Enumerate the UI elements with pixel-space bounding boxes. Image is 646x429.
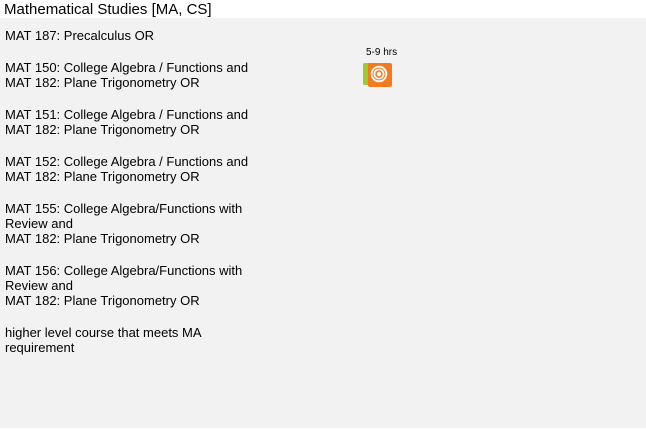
course-option-4: MAT 152: College Algebra / Functions and… bbox=[5, 154, 325, 184]
course-line: MAT 182: Plane Trigonometry OR bbox=[5, 122, 200, 137]
course-line: Review and bbox=[5, 216, 73, 231]
credit-hours: 5-9 hrs bbox=[366, 47, 398, 58]
course-line: MAT 187: Precalculus OR bbox=[5, 28, 155, 43]
course-line: Review and bbox=[5, 278, 73, 293]
course-option-6: MAT 156: College Algebra/Functions with … bbox=[5, 263, 325, 308]
course-line: MAT 155: College Algebra/Functions with bbox=[5, 201, 243, 216]
course-option-5: MAT 155: College Algebra/Functions with … bbox=[5, 201, 325, 246]
course-option-1: MAT 187: Precalculus OR bbox=[5, 28, 325, 43]
target-circle-icon bbox=[368, 63, 392, 87]
course-line: MAT 182: Plane Trigonometry OR bbox=[5, 169, 200, 184]
course-line: MAT 152: College Algebra / Functions and bbox=[5, 154, 249, 169]
course-line: higher level course that meets MA bbox=[5, 325, 202, 340]
course-option-3: MAT 151: College Algebra / Functions and… bbox=[5, 107, 325, 137]
course-line: MAT 182: Plane Trigonometry OR bbox=[5, 293, 200, 308]
course-line: MAT 182: Plane Trigonometry OR bbox=[5, 75, 200, 90]
course-line: requirement bbox=[5, 340, 75, 355]
requirement-panel: Mathematical Studies [MA, CS] MAT 187: P… bbox=[0, 0, 646, 429]
course-line: MAT 150: College Algebra / Functions and bbox=[5, 60, 249, 75]
course-line: MAT 182: Plane Trigonometry OR bbox=[5, 231, 200, 246]
course-list: MAT 187: Precalculus OR MAT 150: College… bbox=[5, 28, 325, 372]
course-line: MAT 156: College Algebra/Functions with bbox=[5, 263, 243, 278]
requirement-content: MAT 187: Precalculus OR MAT 150: College… bbox=[0, 18, 646, 428]
course-option-2: MAT 150: College Algebra / Functions and… bbox=[5, 60, 325, 90]
course-option-7: higher level course that meets MA requir… bbox=[5, 325, 325, 355]
course-line: MAT 151: College Algebra / Functions and bbox=[5, 107, 249, 122]
page-title: Mathematical Studies [MA, CS] bbox=[4, 1, 212, 18]
